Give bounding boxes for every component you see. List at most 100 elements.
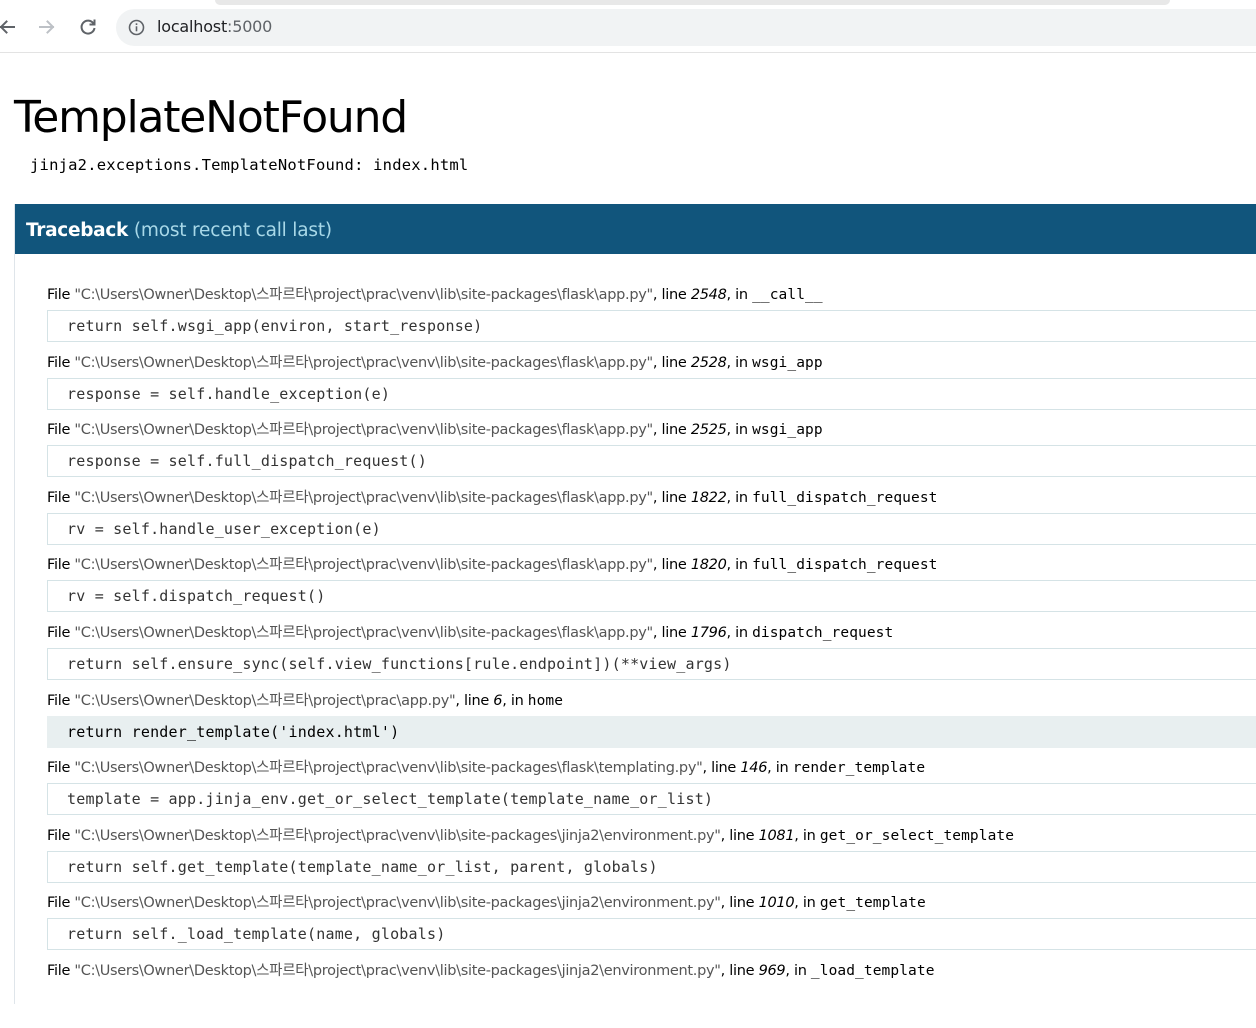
in-label: , in [767, 760, 793, 777]
frame-location: File "C:\Users\Owner\Desktop\스파르타\projec… [47, 352, 823, 374]
error-message: jinja2.exceptions.TemplateNotFound: inde… [30, 156, 469, 174]
frame-location: File "C:\Users\Owner\Desktop\스파르타\projec… [47, 554, 938, 576]
page-title: TemplateNotFound [14, 92, 408, 143]
function-name: full_dispatch_request [752, 489, 938, 506]
file-path: "C:\Users\Owner\Desktop\스파르타\project\pra… [74, 962, 721, 979]
file-label: File [47, 692, 75, 709]
file-path: "C:\Users\Owner\Desktop\스파르타\project\pra… [74, 895, 721, 912]
in-label: , in [785, 962, 811, 979]
function-name: get_or_select_template [819, 827, 1015, 844]
in-label: , in [726, 624, 753, 641]
reload-button[interactable] [75, 14, 101, 40]
code-line[interactable]: return self.get_template(template_name_o… [47, 850, 1256, 883]
function-name: get_template [819, 895, 926, 912]
file-path: "C:\Users\Owner\Desktop\스파르타\project\pra… [74, 692, 456, 709]
line-label: , line [652, 489, 691, 506]
file-path: "C:\Users\Owner\Desktop\스파르타\project\pra… [74, 557, 653, 574]
line-number: 1820 [690, 557, 727, 574]
frame-list: File "C:\Users\Owner\Desktop\스파르타\projec… [47, 284, 1256, 1028]
url-port: :5000 [227, 17, 273, 36]
frame-location: File "C:\Users\Owner\Desktop\스파르타\projec… [47, 892, 926, 914]
in-label: , in [726, 354, 753, 371]
line-label: , line [455, 692, 494, 709]
code-line[interactable]: rv = self.handle_user_exception(e) [47, 512, 1256, 545]
in-label: , in [726, 489, 753, 506]
code-line[interactable]: rv = self.dispatch_request() [47, 580, 1256, 613]
line-label: , line [652, 354, 691, 371]
url-text[interactable]: localhost:5000 [157, 17, 272, 36]
function-name: full_dispatch_request [752, 557, 938, 574]
file-label: File [47, 354, 75, 371]
file-label: File [47, 287, 75, 303]
file-label: File [47, 557, 75, 574]
frame-location: File "C:\Users\Owner\Desktop\스파르타\projec… [47, 825, 1014, 847]
file-label: File [47, 624, 75, 641]
reload-icon [80, 19, 96, 35]
traceback-frame: File "C:\Users\Owner\Desktop\스파르타\projec… [47, 690, 1256, 758]
url-host: localhost [157, 17, 228, 36]
code-line[interactable]: return self.ensure_sync(self.view_functi… [47, 647, 1256, 680]
traceback-label: Traceback [26, 220, 129, 241]
traceback-frame: File "C:\Users\Owner\Desktop\스파르타\projec… [47, 487, 1256, 555]
traceback-frame: File "C:\Users\Owner\Desktop\스파르타\projec… [47, 622, 1256, 690]
function-name: wsgi_app [752, 354, 823, 371]
forward-button[interactable] [34, 14, 60, 40]
line-label: , line [720, 827, 759, 844]
traceback-frame: File "C:\Users\Owner\Desktop\스파르타\projec… [47, 352, 1256, 420]
line-label: , line [652, 557, 691, 574]
file-path: "C:\Users\Owner\Desktop\스파르타\project\pra… [74, 354, 653, 371]
file-path: "C:\Users\Owner\Desktop\스파르타\project\pra… [74, 287, 653, 303]
in-label: , in [502, 692, 528, 709]
file-label: File [47, 489, 75, 506]
frame-location: File "C:\Users\Owner\Desktop\스파르타\projec… [47, 622, 893, 644]
code-line[interactable]: return render_template('index.html') [47, 715, 1256, 748]
back-button[interactable] [0, 14, 20, 40]
file-path: "C:\Users\Owner\Desktop\스파르타\project\pra… [74, 489, 653, 506]
line-number: 1081 [758, 827, 795, 844]
file-label: File [47, 827, 75, 844]
line-number: 6 [493, 692, 503, 709]
line-number: 2548 [690, 287, 727, 303]
file-path: "C:\Users\Owner\Desktop\스파르타\project\pra… [74, 760, 703, 777]
code-line[interactable]: template = app.jinja_env.get_or_select_t… [47, 783, 1256, 816]
line-number: 1796 [690, 624, 727, 641]
frame-location: File "C:\Users\Owner\Desktop\스파르타\projec… [47, 419, 823, 441]
arrow-left-icon [0, 20, 15, 34]
in-label: , in [794, 895, 820, 912]
file-path: "C:\Users\Owner\Desktop\스파르타\project\pra… [74, 827, 721, 844]
tab-strip [215, 0, 1170, 5]
traceback-header: Traceback (most recent call last) [15, 204, 1256, 254]
traceback-frame: File "C:\Users\Owner\Desktop\스파르타\projec… [47, 554, 1256, 622]
in-label: , in [726, 422, 753, 439]
line-number: 1010 [758, 895, 795, 912]
code-line[interactable]: response = self.handle_exception(e) [47, 377, 1256, 410]
line-label: , line [720, 895, 759, 912]
file-path: "C:\Users\Owner\Desktop\스파르타\project\pra… [74, 422, 653, 439]
code-line[interactable]: return self.wsgi_app(environ, start_resp… [47, 310, 1256, 342]
traceback-frame: File "C:\Users\Owner\Desktop\스파르타\projec… [47, 892, 1256, 960]
line-number: 2525 [690, 422, 727, 439]
line-label: , line [720, 962, 759, 979]
file-label: File [47, 962, 75, 979]
code-line[interactable]: response = self.full_dispatch_request() [47, 445, 1256, 478]
in-label: , in [726, 287, 753, 303]
line-number: 2528 [690, 354, 727, 371]
info-circle-icon[interactable] [128, 19, 145, 36]
browser-toolbar: localhost:5000 [0, 0, 1256, 53]
in-label: , in [726, 557, 753, 574]
code-line[interactable]: return self._load_template(name, globals… [47, 918, 1256, 951]
function-name: __call__ [752, 287, 823, 303]
traceback-frame: File "C:\Users\Owner\Desktop\스파르타\projec… [47, 825, 1256, 893]
line-label: , line [652, 287, 691, 303]
traceback: Traceback (most recent call last) File "… [14, 204, 1256, 1004]
frame-location: File "C:\Users\Owner\Desktop\스파르타\projec… [47, 757, 925, 779]
traceback-sublabel: (most recent call last) [133, 220, 332, 241]
address-bar[interactable]: localhost:5000 [116, 9, 1256, 46]
file-label: File [47, 422, 75, 439]
frame-location: File "C:\Users\Owner\Desktop\스파르타\projec… [47, 487, 938, 509]
function-name: wsgi_app [752, 422, 823, 439]
frame-location: File "C:\Users\Owner\Desktop\스파르타\projec… [47, 690, 563, 712]
function-name: home [527, 692, 564, 709]
in-label: , in [794, 827, 820, 844]
file-label: File [47, 895, 75, 912]
